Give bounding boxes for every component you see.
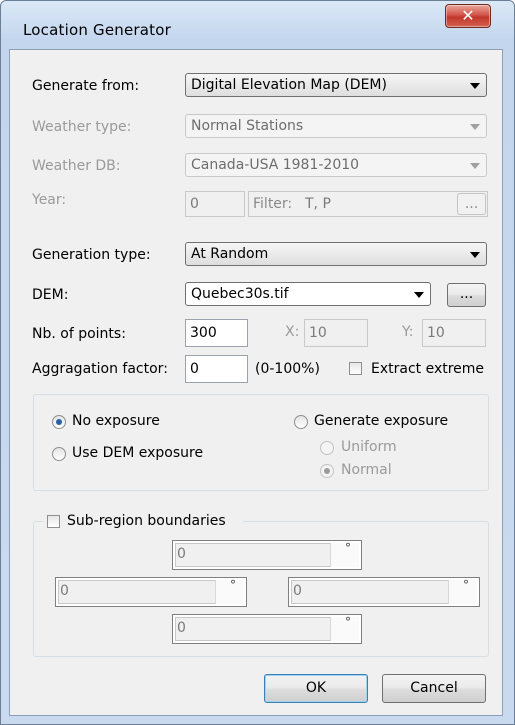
normal-radio[interactable] bbox=[320, 464, 334, 478]
x-input[interactable]: 10 bbox=[304, 319, 368, 347]
degree-unit: ° bbox=[230, 578, 236, 592]
filter-field[interactable]: Filter: T, P bbox=[248, 191, 488, 217]
weather-type-value: Normal Stations bbox=[191, 118, 304, 134]
subregion-top-value: 0 bbox=[177, 546, 186, 562]
weather-db-label: Weather DB: bbox=[32, 158, 121, 174]
location-generator-window: Location Generator ✕ Generate from: Digi… bbox=[0, 0, 515, 725]
subregion-left-value: 0 bbox=[60, 583, 69, 599]
x-value: 10 bbox=[309, 325, 327, 341]
subregion-checkbox[interactable] bbox=[47, 515, 60, 528]
generate-from-label: Generate from: bbox=[32, 78, 140, 94]
year-input[interactable]: 0 bbox=[185, 191, 245, 217]
use-dem-exposure-label: Use DEM exposure bbox=[72, 445, 204, 461]
subregion-top-input[interactable]: 0 ° bbox=[172, 540, 362, 570]
generation-type-select[interactable]: At Random bbox=[185, 242, 487, 266]
weather-db-select[interactable]: Canada-USA 1981-2010 bbox=[185, 153, 487, 177]
close-icon: ✕ bbox=[461, 6, 475, 25]
generate-exposure-label: Generate exposure bbox=[314, 413, 449, 429]
dem-browse-label: ... bbox=[459, 286, 474, 302]
uniform-label: Uniform bbox=[341, 439, 397, 455]
extract-extreme-checkbox[interactable] bbox=[349, 362, 362, 375]
year-label: Year: bbox=[32, 192, 67, 208]
subregion-label: Sub-region boundaries bbox=[67, 513, 226, 529]
ok-label: OK bbox=[305, 680, 327, 696]
subregion-right-value: 0 bbox=[293, 583, 302, 599]
normal-label: Normal bbox=[341, 462, 392, 478]
dialog-body: Generate from: Digital Elevation Map (DE… bbox=[9, 49, 503, 716]
nb-points-value: 300 bbox=[190, 325, 217, 341]
y-input[interactable]: 10 bbox=[422, 319, 486, 347]
window-title: Location Generator bbox=[23, 21, 171, 39]
extract-extreme-label: Extract extreme bbox=[371, 361, 485, 377]
subregion-bottom-input[interactable]: 0 ° bbox=[172, 614, 362, 644]
generate-from-value: Digital Elevation Map (DEM) bbox=[191, 77, 387, 93]
weather-type-label: Weather type: bbox=[32, 119, 132, 135]
dem-label: DEM: bbox=[32, 287, 69, 303]
title-bar: Location Generator ✕ bbox=[1, 1, 514, 41]
generation-type-value: At Random bbox=[191, 246, 269, 262]
cancel-button[interactable]: Cancel bbox=[382, 674, 486, 703]
weather-db-value: Canada-USA 1981-2010 bbox=[191, 157, 360, 173]
aggregation-label: Aggragation factor: bbox=[32, 361, 168, 377]
y-label: Y: bbox=[402, 324, 414, 340]
subregion-left-input[interactable]: 0 ° bbox=[55, 577, 247, 607]
filter-label: Filter: bbox=[253, 196, 293, 212]
generate-exposure-radio[interactable] bbox=[294, 415, 308, 429]
dem-browse-button[interactable]: ... bbox=[447, 283, 486, 307]
cancel-label: Cancel bbox=[410, 680, 458, 696]
close-button[interactable]: ✕ bbox=[445, 4, 491, 28]
dem-value: Quebec30s.tif bbox=[191, 286, 289, 302]
nb-points-input[interactable]: 300 bbox=[185, 319, 248, 347]
filter-browse-button[interactable]: ... bbox=[457, 193, 486, 215]
use-dem-exposure-radio[interactable] bbox=[52, 447, 66, 461]
aggregation-input[interactable]: 0 bbox=[185, 355, 248, 383]
degree-unit: ° bbox=[345, 541, 351, 555]
subregion-right-input[interactable]: 0 ° bbox=[288, 577, 480, 607]
exposure-group: No exposure Use DEM exposure Generate ex… bbox=[33, 394, 489, 491]
filter-browse-label: ... bbox=[464, 196, 479, 212]
chevron-down-icon bbox=[470, 124, 480, 130]
chevron-down-icon bbox=[470, 163, 480, 169]
aggregation-value: 0 bbox=[190, 361, 199, 377]
dem-select[interactable]: Quebec30s.tif bbox=[185, 282, 431, 306]
generation-type-label: Generation type: bbox=[32, 247, 151, 263]
ok-button[interactable]: OK bbox=[264, 674, 368, 703]
year-value: 0 bbox=[190, 196, 199, 212]
subregion-header: Sub-region boundaries bbox=[43, 511, 243, 531]
generate-from-select[interactable]: Digital Elevation Map (DEM) bbox=[185, 73, 487, 97]
nb-points-label: Nb. of points: bbox=[32, 326, 126, 342]
uniform-radio[interactable] bbox=[320, 441, 334, 455]
subregion-bottom-value: 0 bbox=[177, 620, 186, 636]
y-value: 10 bbox=[427, 325, 445, 341]
x-label: X: bbox=[285, 324, 300, 340]
aggregation-range: (0-100%) bbox=[255, 361, 320, 377]
degree-unit: ° bbox=[345, 615, 351, 629]
filter-value: T, P bbox=[305, 196, 331, 212]
chevron-down-icon bbox=[470, 83, 480, 89]
no-exposure-radio[interactable] bbox=[52, 415, 66, 429]
degree-unit: ° bbox=[463, 578, 469, 592]
chevron-down-icon bbox=[470, 252, 480, 258]
weather-type-select[interactable]: Normal Stations bbox=[185, 114, 487, 138]
no-exposure-label: No exposure bbox=[72, 413, 160, 429]
chevron-down-icon bbox=[414, 292, 424, 298]
